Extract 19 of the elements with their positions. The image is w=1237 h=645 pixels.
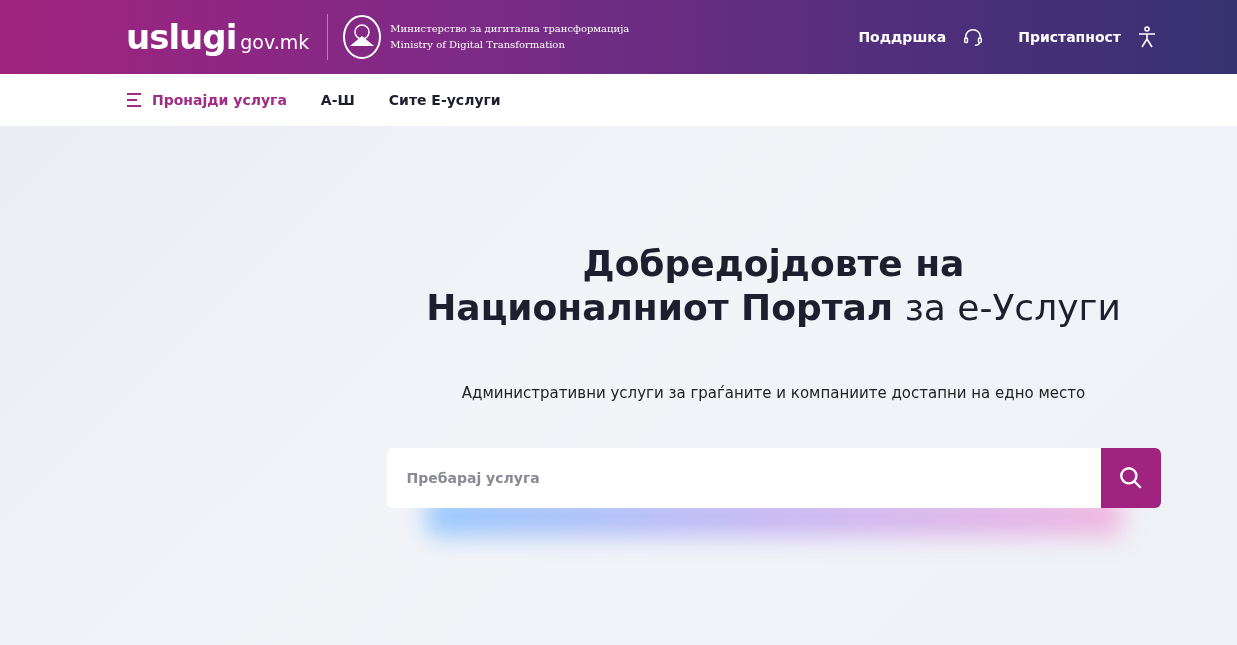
menu-icon <box>126 93 142 107</box>
accessibility-icon <box>1137 26 1157 48</box>
nav-link[interactable]: А-Ш <box>320 92 355 108</box>
logo-domain: gov.mk <box>240 31 310 53</box>
search-button[interactable] <box>1100 448 1161 508</box>
nav-link[interactable]: Пронајди услуга <box>126 92 287 108</box>
hero-title-line: Националниот Портал за е-Услуги <box>426 286 1121 330</box>
logo-brand[interactable]: uslugi <box>126 17 237 57</box>
header-link[interactable]: Пристапност <box>1018 26 1157 48</box>
header-link[interactable]: Поддршка <box>858 26 985 48</box>
coat-of-arms-icon <box>342 14 383 60</box>
headset-icon <box>962 26 985 48</box>
hero-title-line: Добредојдовте на <box>581 242 966 286</box>
ministry-name-english: Ministry of Digital Transformation <box>390 38 566 52</box>
nav-link[interactable]: Сите Е-услуги <box>388 92 501 108</box>
search-field[interactable]: Пребарај услуга <box>386 448 1101 508</box>
search-icon <box>1117 465 1144 491</box>
ministry-name: Министерство за дигитална трансформација <box>390 22 630 36</box>
hero-subtitle: Административни услуги за граѓаните и компаниите достапни на едно место <box>461 384 1086 402</box>
